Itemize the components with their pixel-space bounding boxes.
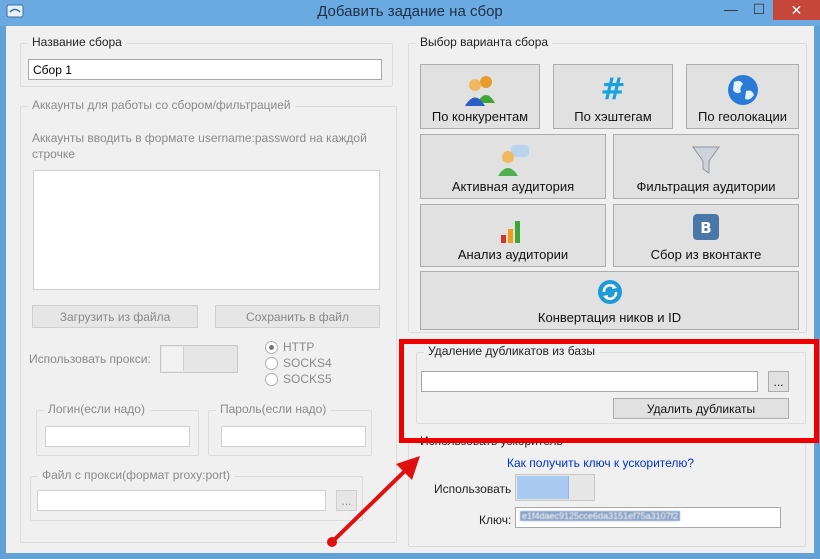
- accelerator-toggle[interactable]: [515, 474, 595, 501]
- radio-socks5[interactable]: [265, 373, 278, 386]
- accounts-legend: Аккаунты для работы со сбором/фильтрацие…: [28, 98, 295, 112]
- convert-nicks-button[interactable]: Конвертация ников и ID: [420, 271, 799, 330]
- proxy-file-input[interactable]: [37, 490, 326, 511]
- globe-icon: [727, 75, 758, 105]
- maximize-button[interactable]: ☐: [746, 0, 772, 20]
- vk-icon: B: [693, 214, 719, 240]
- vkontakte-label: Сбор из вконтакте: [650, 247, 762, 262]
- use-proxy-toggle[interactable]: [160, 345, 238, 373]
- password-input[interactable]: [221, 426, 366, 447]
- load-from-file-button[interactable]: Загрузить из файла: [32, 305, 198, 328]
- radio-http[interactable]: [265, 341, 278, 354]
- accelerator-key-label: Ключ:: [479, 513, 512, 527]
- by-geolocation-label: По геолокации: [698, 109, 787, 124]
- filter-audience-button[interactable]: Фильтрация аудитории: [613, 134, 799, 199]
- collection-name-legend: Название сбора: [28, 35, 126, 49]
- proxy-file-legend: Файл с прокси(формат proxy:port): [38, 468, 235, 482]
- accelerator-key-link[interactable]: Как получить ключ к ускорителю?: [507, 456, 694, 470]
- active-audience-button[interactable]: Активная аудитория: [420, 134, 606, 199]
- analyze-audience-label: Анализ аудитории: [457, 247, 569, 262]
- users-icon: [465, 76, 495, 106]
- highlight-frame: [399, 339, 819, 443]
- active-audience-label: Активная аудитория: [451, 179, 575, 194]
- by-competitors-button[interactable]: По конкурентам: [420, 64, 540, 129]
- toggle-knob: [517, 476, 569, 499]
- analyze-audience-button[interactable]: Анализ аудитории: [420, 204, 606, 267]
- collection-name-input[interactable]: [28, 59, 382, 80]
- chat-user-icon: [498, 145, 529, 176]
- hashtag-icon: #: [600, 73, 625, 103]
- convert-icon: [597, 280, 622, 304]
- login-legend: Логин(если надо): [44, 402, 149, 416]
- annotation-arrow: [327, 456, 420, 547]
- svg-text:B: B: [700, 219, 711, 237]
- convert-nicks-label: Конвертация ников и ID: [537, 310, 682, 325]
- accounts-hint: Аккаунты вводить в формате username:pass…: [32, 131, 367, 161]
- by-hashtags-button[interactable]: # По хэштегам: [553, 64, 673, 129]
- radio-socks4-label: SOCKS4: [283, 356, 332, 370]
- by-hashtags-label: По хэштегам: [574, 109, 652, 124]
- accelerator-key-input[interactable]: e1f4daec9125cce6da3151ef75a3107f2: [515, 507, 781, 528]
- accelerator-key-value: e1f4daec9125cce6da3151ef75a3107f2: [520, 511, 681, 521]
- filter-audience-label: Фильтрация аудитории: [636, 179, 776, 194]
- use-proxy-label: Использовать прокси:: [29, 352, 151, 366]
- radio-socks5-label: SOCKS5: [283, 372, 332, 386]
- bar-chart-icon: [501, 221, 520, 243]
- radio-http-label: HTTP: [283, 340, 315, 354]
- radio-socks4[interactable]: [265, 357, 278, 370]
- accounts-textarea[interactable]: [33, 170, 380, 290]
- vkontakte-button[interactable]: B Сбор из вконтакте: [613, 204, 799, 267]
- password-legend: Пароль(если надо): [216, 402, 331, 416]
- save-to-file-button[interactable]: Сохранить в файл: [215, 305, 380, 328]
- svg-text:#: #: [600, 73, 625, 103]
- by-competitors-label: По конкурентам: [431, 109, 529, 124]
- accelerator-use-label: Использовать: [434, 482, 512, 496]
- toggle-knob: [162, 347, 184, 371]
- close-button[interactable]: ✕: [773, 0, 820, 20]
- by-geolocation-button[interactable]: По геолокации: [686, 64, 799, 129]
- minimize-button[interactable]: —: [718, 0, 744, 20]
- funnel-icon: [692, 146, 720, 174]
- window-title: Добавить задание на сбор: [317, 3, 503, 20]
- login-input[interactable]: [45, 426, 190, 447]
- variant-legend: Выбор варианта сбора: [416, 35, 553, 49]
